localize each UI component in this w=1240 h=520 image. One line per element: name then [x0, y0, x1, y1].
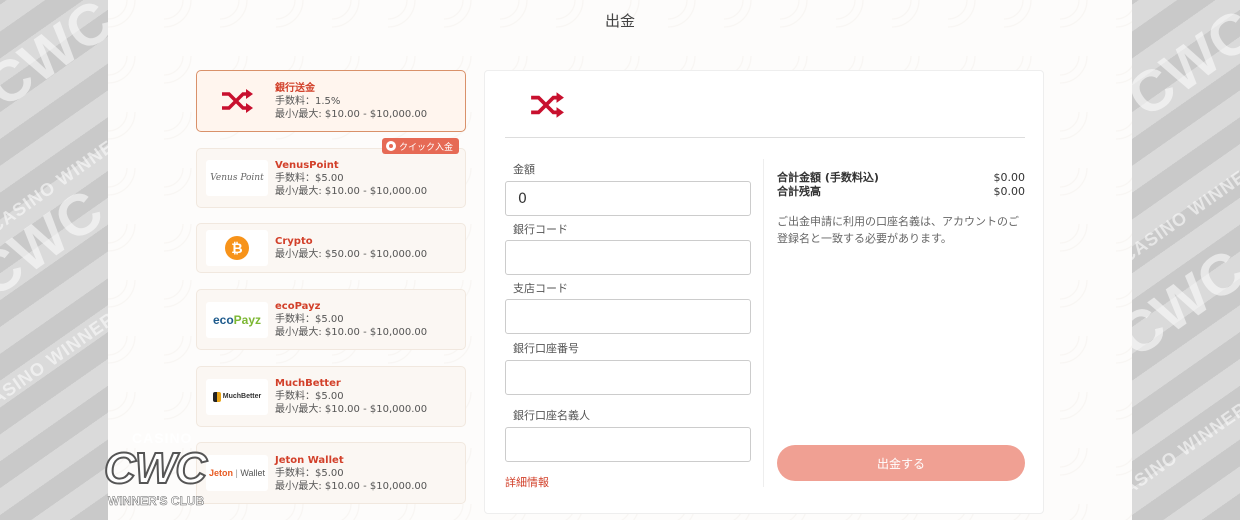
account-number-label: 銀行口座番号: [513, 342, 579, 355]
method-ecopayz[interactable]: ecoPayz ecoPayz 手数料：$5.00 最小/最大: $10.00 …: [196, 289, 466, 350]
jeton-logo-text-b: Wallet: [240, 468, 266, 478]
method-fee: 手数料：$5.00: [275, 467, 344, 479]
method-venuspoint[interactable]: クイック入金 Venus Point VenusPoint 手数料：$5.00 …: [196, 138, 466, 208]
ecopayz-logo-text-b: Payz: [233, 312, 262, 327]
muchbetter-logo: MuchBetter: [206, 378, 268, 415]
amount-label: 金額: [513, 163, 535, 176]
cwc-logo: CASINO CWC WINNER'S CLUB: [102, 430, 226, 520]
watermark-left: CWC CASINO WINNER'S CLUB CWC CASINO WINN…: [0, 0, 108, 520]
watermark-text: CASINO WINNER'S CLUB: [1132, 353, 1240, 507]
method-limit: 最小/最大: $10.00 - $10,000.00: [275, 327, 428, 338]
muchbetter-mark-icon: [212, 391, 221, 402]
watermark-text: CWC: [0, 0, 108, 120]
total-balance-row: 合計残高 $0.00: [777, 185, 1025, 199]
method-fee: 手数料：$5.00: [275, 391, 344, 402]
bank-code-label: 銀行コード: [513, 223, 568, 236]
method-fee: 手数料：1.5%: [275, 95, 341, 107]
page-title: 出金: [604, 12, 635, 30]
ecopayz-logo: ecoPayz: [206, 301, 268, 338]
method-bank-transfer[interactable]: 銀行送金 手数料：1.5% 最小/最大: $10.00 - $10,000.00: [196, 70, 466, 132]
method-name: VenusPoint: [275, 159, 339, 171]
account-name-notice: ご出金申請に利用の口座名義は、アカウントのご登録名と一致する必要があります。: [777, 215, 1019, 245]
account-holder-label: 銀行口座名義人: [513, 409, 590, 422]
details-link[interactable]: 詳細情報: [505, 474, 549, 490]
method-limit: 最小/最大: $50.00 - $10,000.00: [275, 249, 428, 260]
withdrawal-summary: 合計金額 (手数料込) $0.00 合計残高 $0.00 ご出金申請に利用の口座…: [777, 171, 1025, 247]
badge-label: クイック入金: [398, 142, 453, 153]
total-amount-value: $0.00: [993, 171, 1026, 184]
method-fee: 手数料：$5.00: [275, 172, 344, 184]
method-name: Crypto: [275, 236, 313, 247]
total-balance-value: $0.00: [993, 185, 1026, 198]
shuffle-icon: [206, 83, 268, 119]
account-holder-input[interactable]: [505, 427, 751, 462]
shuffle-icon: [529, 91, 565, 123]
venuspoint-logo: Venus Point: [206, 160, 268, 196]
method-limit: 最小/最大: $10.00 - $10,000.00: [275, 185, 428, 197]
method-fee: 手数料：$5.00: [275, 314, 344, 325]
withdraw-button[interactable]: 出金する: [777, 445, 1025, 481]
total-amount-label: 合計金額 (手数料込): [777, 171, 879, 184]
svg-text:₿: ₿: [231, 241, 242, 257]
muchbetter-logo-text: MuchBetter: [222, 393, 262, 400]
method-name: 銀行送金: [275, 82, 315, 94]
method-name: MuchBetter: [275, 378, 341, 389]
account-number-input[interactable]: [505, 360, 751, 395]
method-muchbetter[interactable]: MuchBetter MuchBetter 手数料：$5.00 最小/最大: $…: [196, 366, 466, 427]
method-crypto[interactable]: ₿ Crypto 最小/最大: $50.00 - $10,000.00: [196, 223, 466, 273]
bitcoin-icon: ₿: [206, 230, 268, 266]
method-limit: 最小/最大: $10.00 - $10,000.00: [275, 480, 428, 492]
branch-code-input[interactable]: [505, 299, 751, 334]
method-limit: 最小/最大: $10.00 - $10,000.00: [275, 404, 428, 415]
withdrawal-form-panel: 金額 銀行コード 支店コード 銀行口座番号 銀行口座名義人 詳細情報 合計金額 …: [484, 70, 1044, 514]
column-divider: [763, 159, 764, 487]
total-balance-label: 合計残高: [777, 185, 821, 198]
watermark-text: CWC: [1132, 237, 1240, 370]
method-name: Jeton Wallet: [275, 454, 344, 466]
ecopayz-logo-text-a: eco: [212, 312, 234, 327]
logo-line3: WINNER'S CLUB: [108, 494, 205, 509]
method-limit: 最小/最大: $10.00 - $10,000.00: [275, 108, 428, 120]
amount-input[interactable]: [505, 181, 751, 216]
badge-icon: [385, 141, 396, 151]
watermark-text: CWC: [1132, 0, 1240, 130]
withdrawal-page: 出金 銀行送金 手数料：1.5% 最小/最大: $10.00 - $10,000…: [108, 0, 1132, 520]
watermark-text: CWC: [0, 177, 108, 310]
method-name: ecoPayz: [275, 301, 321, 312]
branch-code-label: 支店コード: [513, 282, 568, 295]
logo-line2: CWC: [103, 443, 208, 494]
total-amount-row: 合計金額 (手数料込) $0.00: [777, 171, 1025, 185]
header-divider: [505, 137, 1025, 138]
watermark-right: CWC CASINO WINNER'S CLUB CWC CASINO WINN…: [1132, 0, 1240, 520]
method-jeton-wallet[interactable]: Jeton | Wallet Jeton Wallet 手数料：$5.00 最小…: [196, 442, 466, 504]
quick-deposit-badge: クイック入金: [381, 138, 459, 154]
venuspoint-logo-text: Venus Point: [210, 173, 264, 183]
bank-code-input[interactable]: [505, 240, 751, 275]
